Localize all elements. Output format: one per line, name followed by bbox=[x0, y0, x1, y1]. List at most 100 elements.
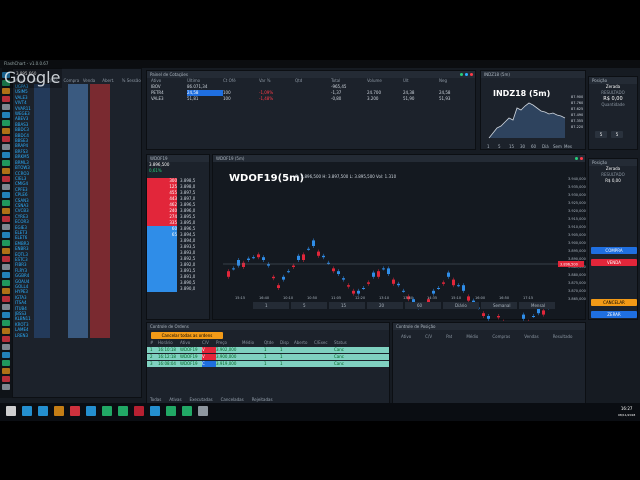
tool-icon[interactable] bbox=[2, 272, 10, 278]
tool-icon[interactable] bbox=[2, 304, 10, 310]
tool-icon[interactable] bbox=[2, 360, 10, 366]
book-row[interactable]: 3.890,0 bbox=[147, 286, 209, 292]
index-area bbox=[489, 103, 565, 138]
tool-icon[interactable] bbox=[2, 128, 10, 134]
tool-icon[interactable] bbox=[2, 336, 10, 342]
taskbar-app-icon[interactable] bbox=[134, 406, 144, 416]
main-x-tick: 13:50 bbox=[403, 296, 413, 300]
tool-icon[interactable] bbox=[2, 368, 10, 374]
quote-buy bbox=[68, 332, 88, 339]
tool-icon[interactable] bbox=[2, 288, 10, 294]
index-tf-button[interactable]: 30 bbox=[520, 144, 526, 149]
tool-icon[interactable] bbox=[2, 168, 10, 174]
tool-icon[interactable] bbox=[2, 160, 10, 166]
order-row[interactable]: 2 16:12:18 WDOF19 V 3.900,000 1 1 Canc bbox=[147, 354, 389, 360]
index-price-tick: 87.900 bbox=[571, 95, 583, 99]
tool-icon[interactable] bbox=[2, 344, 10, 350]
taskbar-app-icon[interactable] bbox=[70, 406, 80, 416]
order-cell: Canc bbox=[334, 347, 344, 352]
tool-icon[interactable] bbox=[2, 200, 10, 206]
cancel-all-orders-button[interactable]: Cancelar todas as ordens bbox=[151, 332, 223, 339]
candle-body bbox=[297, 255, 300, 260]
tool-icon[interactable] bbox=[2, 88, 10, 94]
taskbar-app-icon[interactable] bbox=[22, 406, 32, 416]
order-cell bbox=[242, 361, 264, 367]
tool-icon[interactable] bbox=[2, 280, 10, 286]
taskbar-app-icon[interactable] bbox=[102, 406, 112, 416]
tool-icon[interactable] bbox=[2, 296, 10, 302]
tool-icon[interactable] bbox=[2, 376, 10, 382]
tool-icon[interactable] bbox=[2, 184, 10, 190]
sell-button[interactable]: VENDA bbox=[591, 259, 637, 266]
taskbar-app-icon[interactable] bbox=[166, 406, 176, 416]
main-tf-button[interactable] bbox=[367, 302, 403, 309]
quote-field: 100 bbox=[223, 96, 231, 101]
quote-list-panel: 3.895.660 Ativo Últ Qtde Compra Venda Abert.%… bbox=[12, 68, 142, 398]
main-x-tick: 15:15 bbox=[235, 296, 245, 300]
index-tf-button[interactable]: 15 bbox=[509, 144, 515, 149]
index-tf-button[interactable]: 60 bbox=[531, 144, 537, 149]
index-price-tick: 87.760 bbox=[571, 101, 583, 105]
positions-col-header: Resultado bbox=[552, 334, 573, 339]
order-cell: 3.902,000 bbox=[216, 347, 237, 352]
index-tf-button[interactable]: Mes bbox=[564, 144, 572, 149]
main-tf-button[interactable] bbox=[291, 302, 327, 309]
taskbar-app-icon[interactable] bbox=[54, 406, 64, 416]
tool-icon[interactable] bbox=[2, 240, 10, 246]
tool-icon[interactable] bbox=[2, 312, 10, 318]
index-tf-button[interactable]: 5 bbox=[498, 144, 501, 149]
main-y-tick: 3.920,000 bbox=[568, 209, 586, 213]
tool-icon[interactable] bbox=[2, 384, 10, 390]
tool-icon[interactable] bbox=[2, 152, 10, 158]
taskbar-app-icon[interactable] bbox=[38, 406, 48, 416]
order-cell bbox=[242, 354, 264, 360]
main-chart-svg[interactable]: 3.940,000 3.935,000 3.930,000 3.925,000 3.92… bbox=[213, 162, 587, 321]
tool-icon[interactable] bbox=[2, 224, 10, 230]
order-row[interactable]: 1 16:10:18 WDOF19 V 3.902,000 1 1 Canc bbox=[147, 347, 389, 353]
taskbar-app-icon[interactable] bbox=[198, 406, 208, 416]
tool-icon[interactable] bbox=[2, 144, 10, 150]
buy-button[interactable]: COMPRA bbox=[591, 247, 637, 254]
qty-decrease-button[interactable]: 5 bbox=[595, 131, 607, 138]
taskbar-app-icon[interactable] bbox=[182, 406, 192, 416]
quote-list-row[interactable]: LREN3 bbox=[13, 332, 141, 339]
tool-icon[interactable] bbox=[2, 136, 10, 142]
tool-icon[interactable] bbox=[2, 120, 10, 126]
tool-icon[interactable] bbox=[2, 176, 10, 182]
book-price: 3.890,0 bbox=[180, 286, 196, 291]
tool-icon[interactable] bbox=[2, 104, 10, 110]
candle-body bbox=[302, 254, 305, 260]
tool-icon[interactable] bbox=[2, 96, 10, 102]
taskbar-app-icon[interactable] bbox=[86, 406, 96, 416]
main-tf-button[interactable] bbox=[253, 302, 289, 309]
index-tf-button[interactable]: Diá bbox=[542, 144, 549, 149]
taskbar-app-icon[interactable] bbox=[150, 406, 160, 416]
main-x-tick: 16:00 bbox=[475, 296, 485, 300]
tool-icon[interactable] bbox=[2, 192, 10, 198]
index-tf-button[interactable]: 1 bbox=[487, 144, 490, 149]
tool-icon[interactable] bbox=[2, 216, 10, 222]
tool-icon[interactable] bbox=[2, 208, 10, 214]
tool-icon[interactable] bbox=[2, 320, 10, 326]
tool-icon[interactable] bbox=[2, 328, 10, 334]
tool-icon[interactable] bbox=[2, 264, 10, 270]
tool-icon[interactable] bbox=[2, 232, 10, 238]
main-tf-button[interactable] bbox=[405, 302, 441, 309]
order-cell bbox=[294, 347, 314, 353]
quote-row[interactable]: VALE3 51,81 100 -1,48% -0,80 3.200 51,90 51,93 bbox=[147, 96, 475, 102]
order-cell: WDOF19 bbox=[180, 347, 198, 352]
tool-icon[interactable] bbox=[2, 256, 10, 262]
taskbar-app-icon[interactable] bbox=[6, 406, 16, 416]
qty-input[interactable]: 5 bbox=[611, 131, 623, 138]
tool-icon[interactable] bbox=[2, 248, 10, 254]
main-tf-button[interactable] bbox=[329, 302, 365, 309]
tool-icon[interactable] bbox=[2, 352, 10, 358]
index-tf-button[interactable]: Sem bbox=[553, 144, 562, 149]
candle-body bbox=[437, 288, 440, 289]
zerar-button[interactable]: ZERAR bbox=[591, 311, 637, 318]
cancel-button[interactable]: CANCELAR bbox=[591, 299, 637, 306]
order-cell: Canc bbox=[334, 354, 344, 359]
tool-icon[interactable] bbox=[2, 112, 10, 118]
taskbar-app-icon[interactable] bbox=[118, 406, 128, 416]
order-row[interactable]: 3 16:08:04 WDOF19 C 3.919,000 1 1 Canc bbox=[147, 361, 389, 367]
